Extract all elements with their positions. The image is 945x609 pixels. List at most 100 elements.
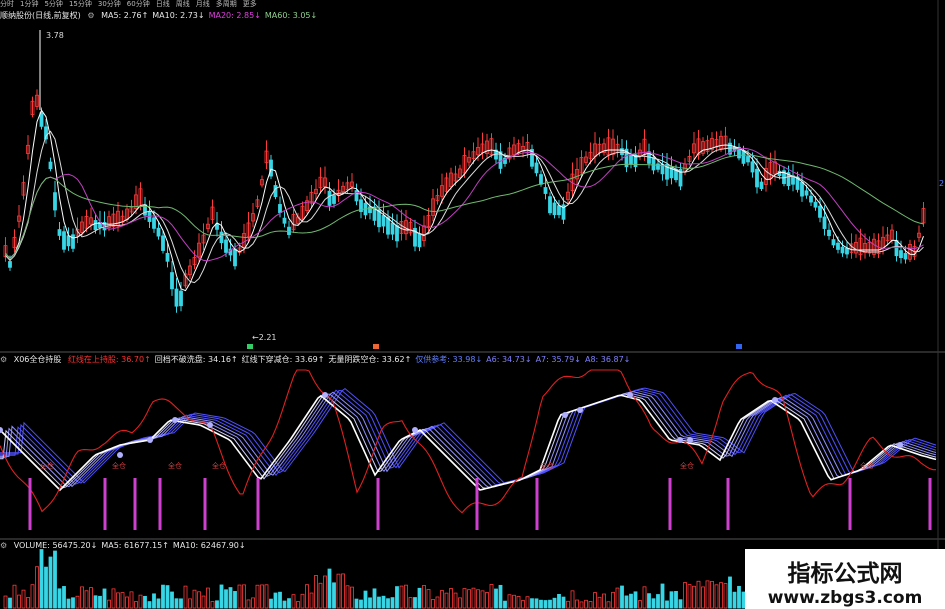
ma5-line xyxy=(5,109,924,292)
signal-bar xyxy=(668,478,672,530)
volume-bar xyxy=(611,591,615,609)
volume-bar xyxy=(224,589,228,609)
candle xyxy=(233,248,237,267)
volume-bar xyxy=(660,583,665,609)
volume-bar xyxy=(548,599,552,609)
volume-bar xyxy=(494,588,498,609)
volume-bar xyxy=(269,598,273,609)
volume-bar xyxy=(530,598,534,609)
candle xyxy=(152,217,156,229)
volume-bar xyxy=(543,600,548,609)
volume-bar xyxy=(287,598,291,609)
volume-bar xyxy=(381,595,386,609)
volume-bar xyxy=(534,598,539,609)
volume-bar xyxy=(395,586,399,609)
watermark-url: www.zbgs3.com xyxy=(767,588,923,608)
signal-dot xyxy=(147,437,153,443)
volume-bar xyxy=(107,599,111,609)
candle xyxy=(741,150,746,164)
watermark-name: 指标公式网 xyxy=(787,561,903,587)
volume-bar xyxy=(719,582,723,609)
volume-bar xyxy=(363,590,368,609)
volume-bar xyxy=(300,593,305,609)
volume-bar xyxy=(89,587,93,609)
volume-bar xyxy=(291,594,296,609)
candle xyxy=(845,247,849,255)
volume-bar xyxy=(705,580,710,609)
signal-bar xyxy=(203,478,207,530)
volume-bar xyxy=(737,585,741,609)
signal-bar xyxy=(475,478,479,530)
volume-bar xyxy=(683,582,687,609)
volume-bar xyxy=(161,584,165,609)
signal-dot xyxy=(172,417,178,423)
volume-bar xyxy=(170,591,174,609)
volume-bar xyxy=(21,589,26,609)
volume-bar xyxy=(44,566,48,609)
volume-bar xyxy=(242,584,246,609)
volume-bar xyxy=(314,575,318,609)
volume-bar xyxy=(120,592,125,609)
volume-bar xyxy=(696,580,701,609)
volume-bar xyxy=(327,568,332,609)
volume-bar xyxy=(449,588,453,609)
candle xyxy=(656,163,660,170)
volume-bar xyxy=(17,594,21,609)
volume-bar xyxy=(489,584,494,609)
candle xyxy=(543,187,548,194)
volume-bar xyxy=(350,586,354,609)
band-line xyxy=(0,388,937,485)
candle xyxy=(390,222,395,235)
candle xyxy=(39,112,44,127)
volume-bar xyxy=(602,593,606,609)
volume-bar xyxy=(233,591,237,609)
volume-bar xyxy=(237,584,242,609)
volume-bar xyxy=(462,588,467,609)
candle xyxy=(161,235,165,251)
volume-bar xyxy=(359,599,363,609)
candle xyxy=(71,234,75,249)
candle xyxy=(548,196,552,214)
candle xyxy=(8,261,12,268)
volume-bar xyxy=(66,598,71,609)
volume-bar xyxy=(377,596,381,609)
volume-bar xyxy=(264,584,269,609)
volume-bar xyxy=(179,598,183,609)
volume-bar xyxy=(444,592,449,609)
volume-bar xyxy=(368,597,372,609)
volume-bar xyxy=(606,601,611,609)
candle xyxy=(174,288,179,307)
volume-bar xyxy=(629,593,633,609)
volume-bar xyxy=(417,587,422,609)
signal-bar xyxy=(256,478,260,530)
volume-bar xyxy=(386,598,390,609)
volume-bar xyxy=(57,588,62,609)
high-label: 3.78 xyxy=(46,31,64,40)
volume-bar xyxy=(624,595,629,609)
volume-bar xyxy=(390,597,395,609)
candle xyxy=(62,231,66,250)
signal-dot xyxy=(117,452,123,458)
volume-bar xyxy=(525,596,530,609)
volume-bar xyxy=(431,599,435,609)
candle xyxy=(395,225,399,242)
signal-bar xyxy=(103,478,107,530)
volume-bar xyxy=(687,584,692,609)
signal-dot xyxy=(677,437,683,443)
candle xyxy=(651,156,656,171)
signal-dot xyxy=(322,392,328,398)
volume-bar xyxy=(539,599,543,609)
candle xyxy=(822,216,827,229)
volume-bar xyxy=(575,599,579,609)
signal-dot xyxy=(562,412,568,418)
volume-bar xyxy=(467,589,471,609)
candle xyxy=(417,233,422,248)
kline-chart[interactable]: 3.78 ←2.21 2 全仓 全仓 全仓 全仓 全仓 全仓 全仓 xyxy=(0,0,945,609)
signal-label: 全仓 xyxy=(680,461,694,470)
candle xyxy=(53,192,57,211)
volume-bar xyxy=(165,585,170,609)
volume-bar xyxy=(498,584,503,609)
volume-bar xyxy=(372,588,377,609)
candle xyxy=(381,215,386,227)
volume-bar xyxy=(597,596,602,609)
